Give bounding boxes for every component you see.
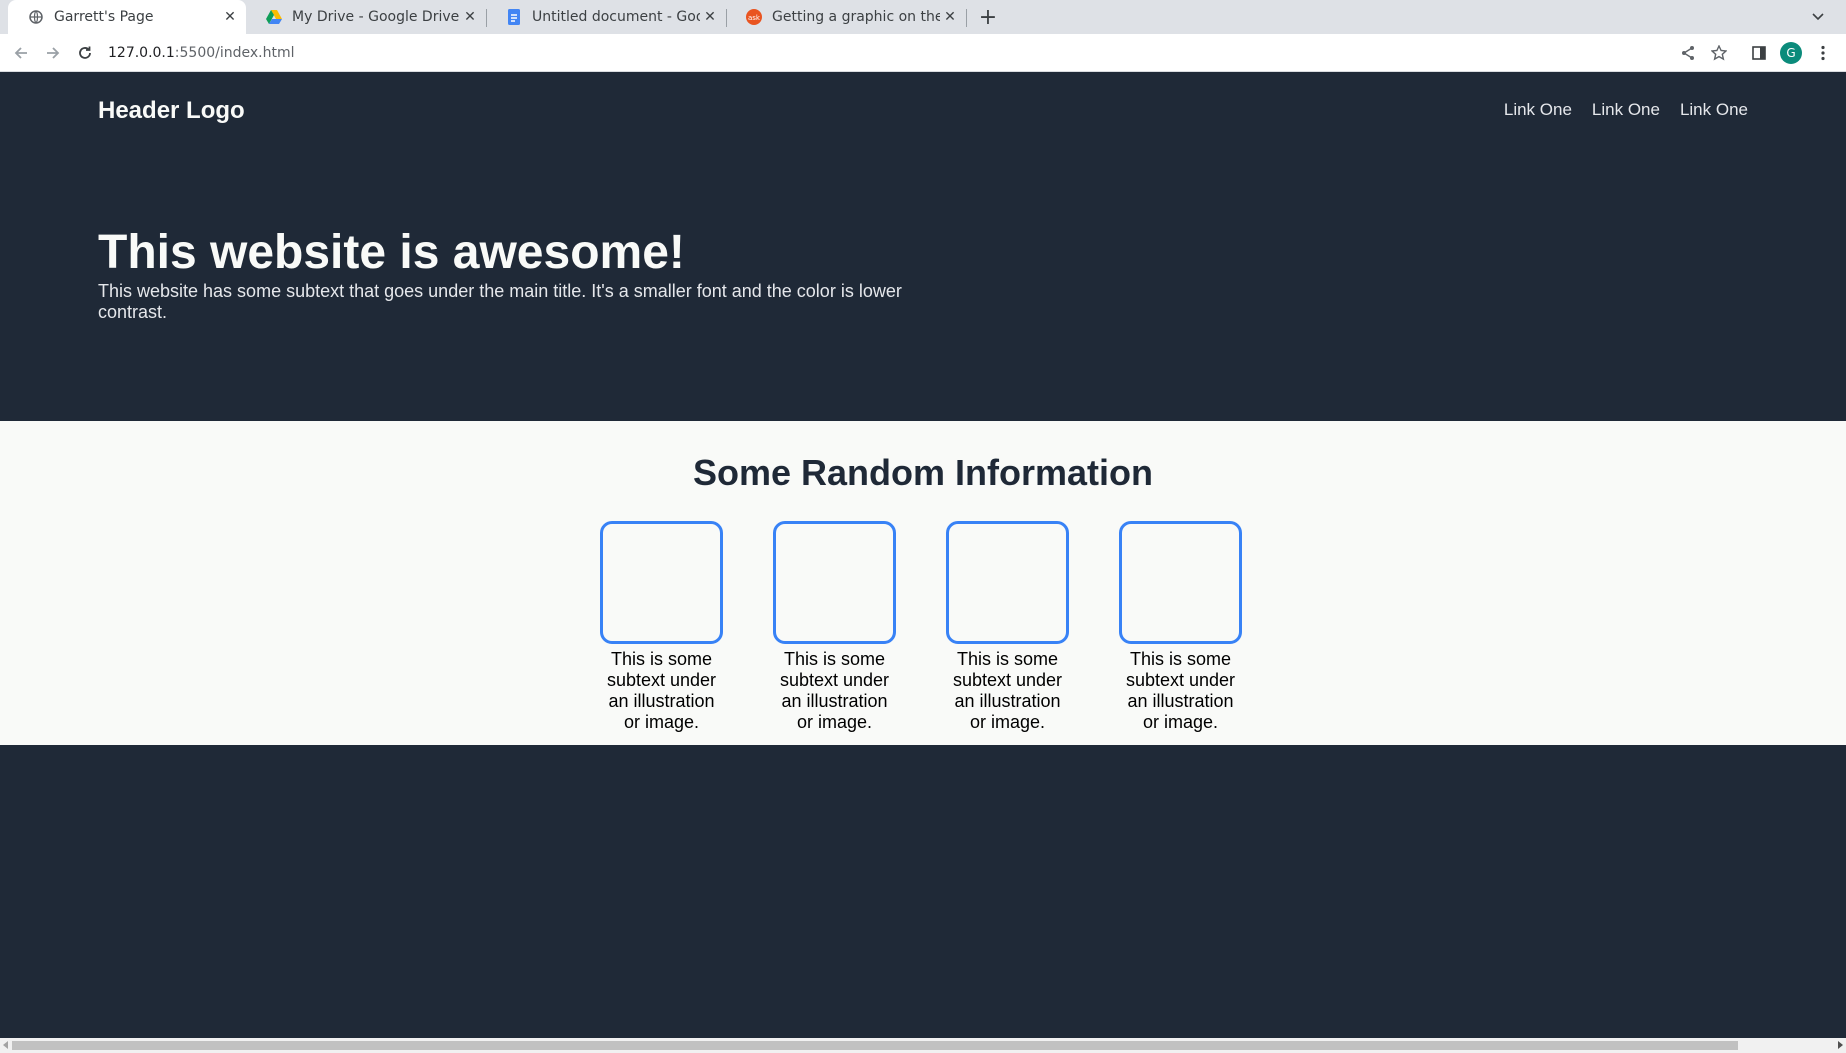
nav-link-3[interactable]: Link One [1680, 100, 1748, 120]
close-tab-icon[interactable]: ✕ [220, 7, 240, 27]
info-card: This is some subtext under an illustrati… [771, 521, 898, 733]
tab-garretts-page[interactable]: Garrett's Page ✕ [8, 0, 246, 34]
header-logo[interactable]: Header Logo [98, 97, 245, 125]
new-tab-button[interactable]: + [975, 4, 1001, 30]
scrollbar-thumb[interactable] [12, 1041, 1738, 1050]
google-drive-icon [266, 9, 282, 25]
profile-avatar[interactable]: G [1780, 42, 1802, 64]
browser-toolbar: i 127.0.0.1:5500/index.html [0, 34, 1846, 400]
tab-google-drive[interactable]: My Drive - Google Drive ✕ [246, 0, 486, 34]
info-cards: This is some subtext under an illustrati… [598, 521, 1244, 733]
back-arrow-icon[interactable] [10, 42, 32, 64]
side-panel-icon[interactable] [1749, 43, 1769, 63]
info-title: Some Random Information [692, 452, 1154, 493]
google-docs-icon [506, 9, 522, 25]
url-text: 127.0.0.1:5500/index.html [108, 45, 295, 61]
globe-icon [28, 9, 44, 25]
horizontal-scrollbar[interactable] [0, 1038, 1846, 1053]
illustration-placeholder [1119, 521, 1242, 644]
close-tab-icon[interactable]: ✕ [700, 7, 720, 27]
hero-title: This website is awesome! [98, 226, 685, 279]
info-card: This is some subtext under an illustrati… [598, 521, 725, 733]
illustration-placeholder [773, 521, 896, 644]
forward-arrow-icon[interactable] [42, 42, 64, 64]
url-host: 127.0.0.1 [108, 45, 175, 61]
tab-separator [966, 9, 967, 27]
card-caption: This is some subtext under an illustrati… [1125, 649, 1236, 732]
header-nav: Link One Link One Link One [1504, 100, 1748, 120]
card-caption: This is some subtext under an illustrati… [779, 649, 890, 732]
card-caption: This is some subtext under an illustrati… [952, 649, 1063, 732]
tab-untitled-document[interactable]: Untitled document - Goog ✕ [486, 0, 726, 34]
nav-link-1[interactable]: Link One [1504, 100, 1572, 120]
web-page: Header Logo Link One Link One Link One T… [0, 73, 1846, 1038]
info-card: This is some subtext under an illustrati… [944, 521, 1071, 733]
share-icon[interactable] [1678, 43, 1698, 63]
browser-tab-bar: Garrett's Page ✕ My Drive - Google Drive… [0, 0, 1846, 34]
tab-title: Getting a graphic on the c [772, 9, 940, 25]
tab-search-chevron-icon[interactable] [1808, 7, 1828, 27]
reload-icon[interactable] [74, 42, 96, 64]
scroll-left-arrow-icon[interactable] [3, 1041, 8, 1049]
bookmark-star-icon[interactable] [1709, 43, 1729, 63]
illustration-placeholder [946, 521, 1069, 644]
hero-subtitle: This website has some subtext that goes … [98, 281, 902, 322]
tab-ask-ubuntu[interactable]: ask Getting a graphic on the c ✕ [726, 0, 966, 34]
close-tab-icon[interactable]: ✕ [940, 7, 960, 27]
tab-title: Garrett's Page [54, 9, 154, 25]
illustration-placeholder [600, 521, 723, 644]
svg-text:ask: ask [748, 14, 761, 22]
nav-link-2[interactable]: Link One [1592, 100, 1660, 120]
tab-title: Untitled document - Goog [532, 9, 700, 25]
card-caption: This is some subtext under an illustrati… [606, 649, 717, 732]
scroll-right-arrow-icon[interactable] [1838, 1041, 1843, 1049]
more-menu-icon[interactable] [1813, 43, 1833, 63]
ask-ubuntu-icon: ask [746, 9, 762, 25]
info-section: Some Random Information This is some sub… [0, 421, 1846, 745]
url-path: :5500/index.html [174, 45, 295, 61]
close-tab-icon[interactable]: ✕ [460, 7, 480, 27]
info-card: This is some subtext under an illustrati… [1117, 521, 1244, 733]
address-bar[interactable]: i 127.0.0.1:5500/index.html [108, 36, 1668, 400]
tab-title: My Drive - Google Drive [292, 9, 460, 25]
hero-section: Header Logo Link One Link One Link One T… [0, 73, 1846, 421]
